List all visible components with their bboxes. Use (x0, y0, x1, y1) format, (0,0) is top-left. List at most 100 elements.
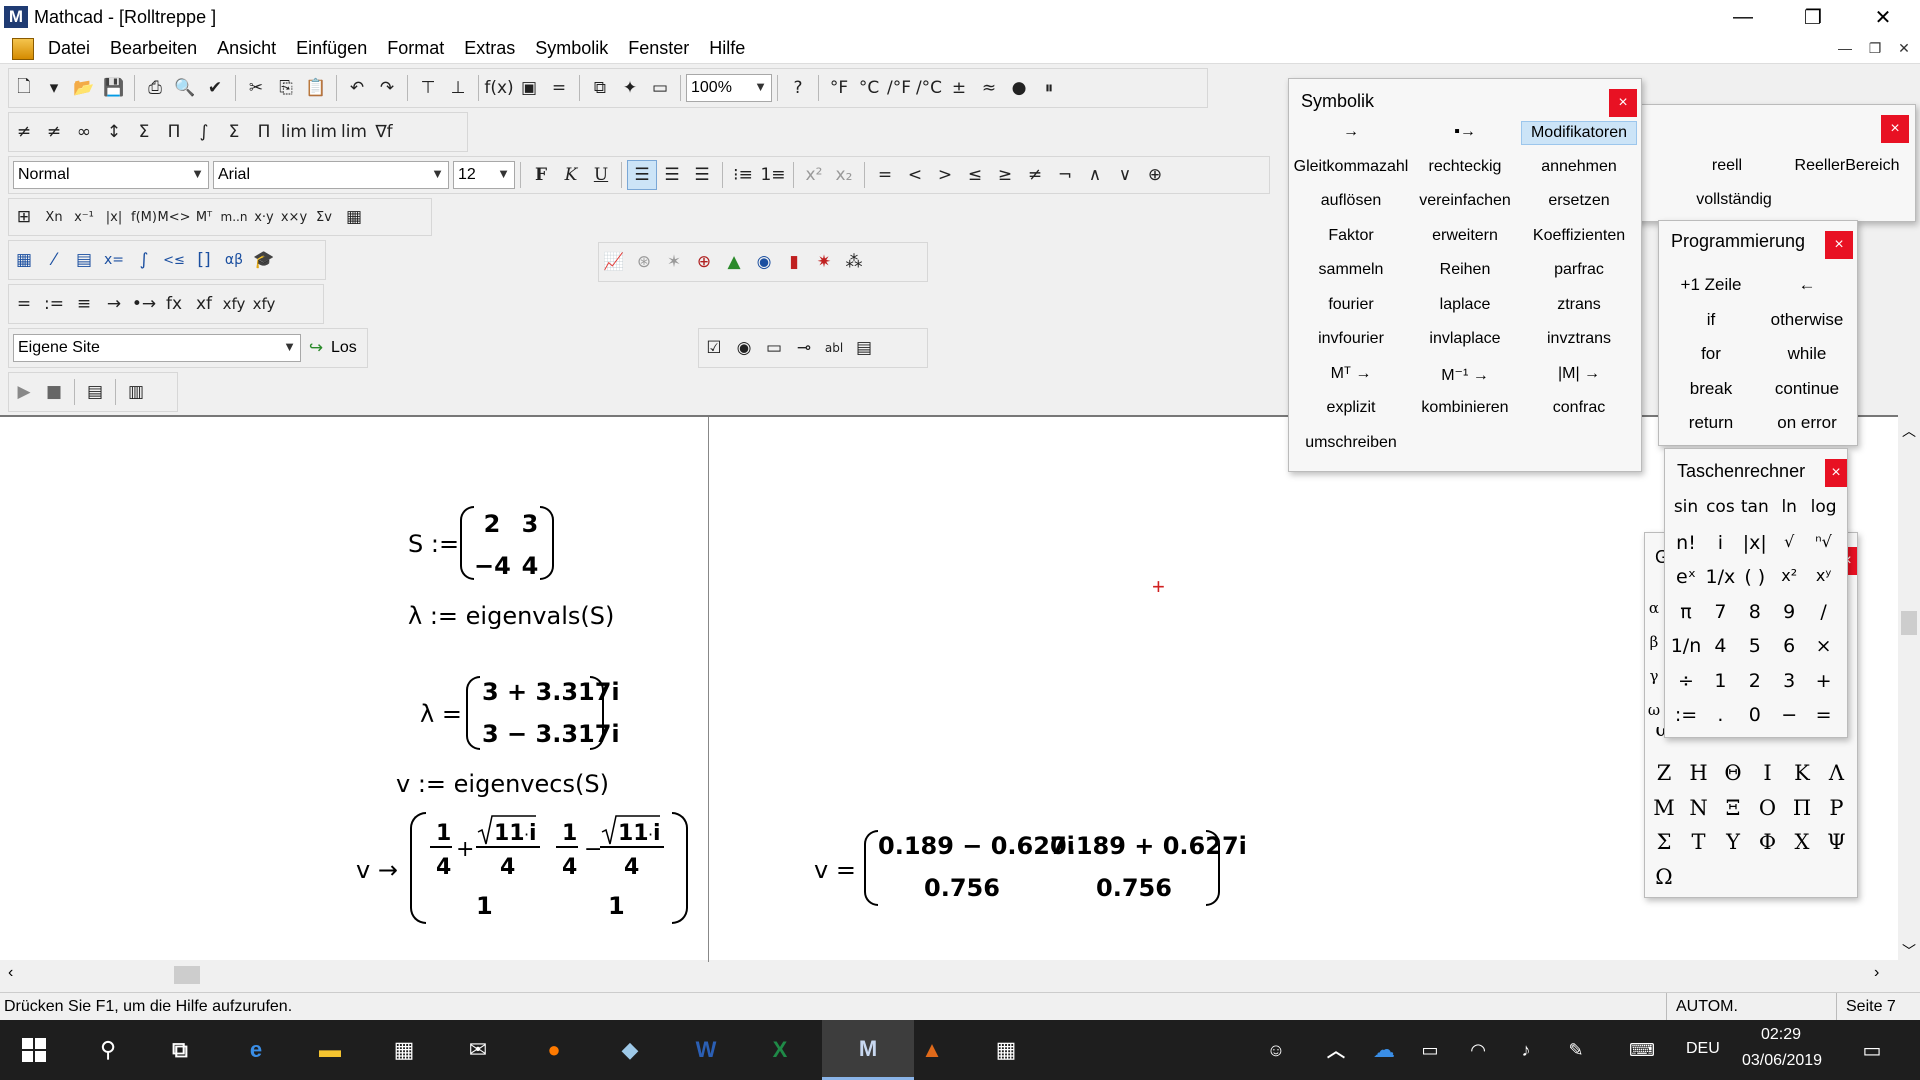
relation-and-button[interactable]: ∧ (1080, 160, 1110, 190)
chevron-up-icon[interactable]: ︿ (1316, 1030, 1356, 1070)
modifikator-close-button[interactable]: × (1881, 115, 1909, 143)
programmierung-close-button[interactable]: × (1825, 231, 1853, 259)
greek-letter[interactable]: Θ (1716, 761, 1750, 785)
underline-button[interactable]: U (586, 160, 616, 190)
contour-plot-icon[interactable]: ▲ (719, 247, 749, 277)
undo-icon[interactable]: ↶ (342, 73, 372, 103)
column-button[interactable]: M<> (158, 202, 191, 232)
v-definition[interactable]: v := eigenvecs(S) (396, 770, 609, 798)
symbolik-item[interactable]: parfrac (1521, 261, 1637, 279)
calculator-key[interactable]: = (1807, 704, 1841, 726)
symbolik-item[interactable]: Mᵀ → (1293, 365, 1409, 383)
modifikator-cell-vollstaendig[interactable]: vollständig (1679, 191, 1789, 209)
help-icon[interactable]: ? (783, 73, 813, 103)
restore-button[interactable]: ❐ (1778, 0, 1848, 34)
bullet-button[interactable]: ● (1004, 73, 1034, 103)
calculator-key[interactable]: x² (1772, 566, 1806, 585)
vector-sum-button[interactable]: Σv (309, 202, 339, 232)
symbolik-item[interactable]: Koeffizienten (1521, 227, 1637, 245)
calculator-key[interactable]: log (1807, 497, 1841, 517)
programmierung-item[interactable]: return (1663, 413, 1759, 433)
calculator-key[interactable]: π (1669, 601, 1703, 623)
mdi-close-button[interactable]: ✕ (1893, 40, 1915, 60)
symbolic-eval-button[interactable]: → (99, 289, 129, 319)
document-icon[interactable] (12, 37, 34, 60)
symbolik-item[interactable]: → (1293, 123, 1409, 141)
programmierung-item[interactable]: ← (1759, 275, 1855, 295)
greek-letter[interactable]: Ω (1647, 865, 1681, 889)
vsym-bottom-1[interactable]: 1 (476, 892, 493, 920)
symbolik-item[interactable]: invlaplace (1407, 330, 1523, 348)
s-cell-22[interactable]: 4 (518, 552, 542, 580)
s-cell-11[interactable]: 2 (480, 510, 504, 538)
dot-product-button[interactable]: x·y (249, 202, 279, 232)
range-button[interactable]: m..n (219, 202, 249, 232)
slider-control-icon[interactable]: ⊸ (789, 333, 819, 363)
greek-partial-item[interactable]: α (1645, 599, 1663, 617)
symbolik-item[interactable]: explizit (1293, 399, 1409, 417)
symbolik-item[interactable]: erweitern (1407, 227, 1523, 245)
symbolik-item[interactable]: auflösen (1293, 192, 1409, 210)
s-cell-21[interactable]: −4 (474, 552, 511, 580)
plus-minus-button[interactable]: ± (944, 73, 974, 103)
vectorize-button[interactable]: f(M) (129, 202, 159, 232)
s-cell-12[interactable]: 3 (518, 510, 542, 538)
superscript-icon[interactable]: x² (799, 160, 829, 190)
calculator-key[interactable]: xʸ (1807, 566, 1841, 585)
lambda-value-2[interactable]: 3 − 3.317i (482, 720, 620, 748)
calculator-key[interactable]: ln (1772, 497, 1806, 517)
symbolik-item[interactable]: M⁻¹ → (1407, 365, 1523, 385)
calculator-key[interactable]: i (1703, 532, 1737, 554)
copy-icon[interactable]: ⎘ (271, 73, 301, 103)
symbolik-item[interactable]: Faktor (1293, 227, 1409, 245)
calculator-key[interactable]: 9 (1772, 601, 1806, 623)
greek-partial-item[interactable]: ω (1645, 701, 1663, 719)
symbolik-item[interactable]: ztrans (1521, 296, 1637, 314)
vsym-top-row[interactable]: 1 4 + 11 · i 4 1 4 − 11 · i 4 (428, 814, 668, 880)
word-icon[interactable]: W (686, 1030, 726, 1070)
mail-icon[interactable]: ✉ (458, 1030, 498, 1070)
notification-icon[interactable]: ▭ (1852, 1030, 1892, 1070)
align-right-icon[interactable]: ☰ (687, 160, 717, 190)
calculator-key[interactable]: 2 (1738, 670, 1772, 692)
graph-toolbar-icon[interactable]: ⁄ (39, 245, 69, 275)
limit-left-button[interactable]: lim (339, 117, 369, 147)
calculator-key[interactable]: − (1772, 704, 1806, 726)
paste-icon[interactable]: 📋 (301, 73, 331, 103)
boolean-toolbar-icon[interactable]: <≤ (159, 245, 189, 275)
calculator-key[interactable]: sin (1669, 497, 1703, 517)
wifi-icon[interactable]: ◠ (1458, 1030, 1498, 1070)
vector-field-icon[interactable]: ⁂ (839, 247, 869, 277)
bold-button[interactable]: F (526, 160, 556, 190)
greek-letter[interactable]: Ξ (1716, 796, 1750, 820)
matrix-insert-button[interactable]: ⊞ (9, 202, 39, 232)
symbolik-item[interactable]: Gleitkommazahl (1293, 158, 1409, 176)
lambda-value-1[interactable]: 3 + 3.317i (482, 678, 620, 706)
unit-delta-celsius-button[interactable]: /°C (914, 73, 944, 103)
lambda-definition[interactable]: λ := eigenvals(S) (408, 602, 614, 630)
scroll-down-icon[interactable]: ﹀ (1902, 941, 1916, 961)
cross-product-button[interactable]: x×y (279, 202, 309, 232)
calculator-key[interactable]: 5 (1738, 635, 1772, 657)
site-select[interactable]: Eigene Site ▼ (13, 334, 301, 362)
infix-button[interactable]: xfy (219, 289, 249, 319)
unit-delta-fahrenheit-button[interactable]: /°F (884, 73, 914, 103)
evaluation-toolbar-icon[interactable]: x= (99, 245, 129, 275)
limit-right-button[interactable]: lim (309, 117, 339, 147)
postfix-button[interactable]: xf (189, 289, 219, 319)
contour-icon[interactable]: ◉ (749, 247, 779, 277)
greek-letter[interactable]: Υ (1716, 830, 1750, 854)
print-preview-icon[interactable]: 🔍 (170, 73, 200, 103)
inverse-button[interactable]: x⁻¹ (69, 202, 99, 232)
button-control-icon[interactable]: ▭ (759, 333, 789, 363)
greek-letter[interactable]: Λ (1820, 761, 1854, 785)
calculator-key[interactable]: 0 (1738, 704, 1772, 726)
derivative-button[interactable]: ↕ (99, 117, 129, 147)
relation-or-button[interactable]: ∨ (1110, 160, 1140, 190)
define-button[interactable]: := (39, 289, 69, 319)
calculator-key[interactable]: . (1703, 704, 1737, 726)
file-explorer-icon[interactable]: ▬ (310, 1030, 350, 1070)
clock-time[interactable]: 02:29 (1738, 1026, 1824, 1044)
insert-unit-icon[interactable]: ▣ (514, 73, 544, 103)
stop-icon[interactable]: ■ (39, 377, 69, 407)
